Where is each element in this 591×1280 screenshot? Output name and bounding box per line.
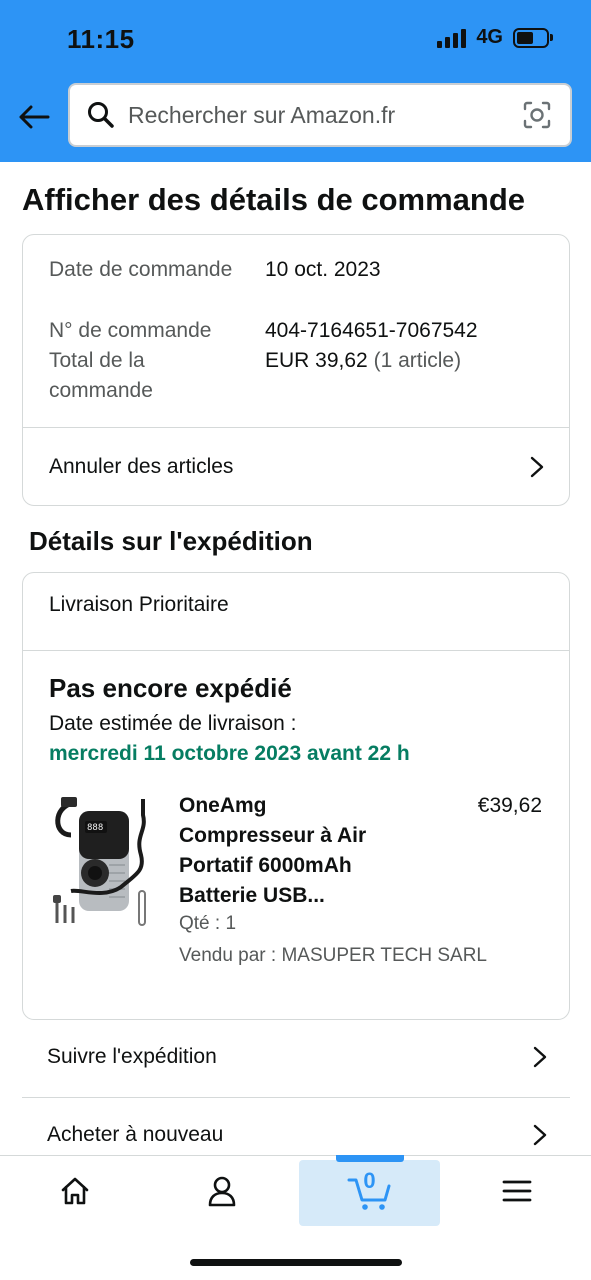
product-image[interactable]: 888 [51,795,155,935]
order-summary-card: Date de commande 10 oct. 2023 N° de comm… [22,234,570,506]
track-shipment-link[interactable]: Suivre l'expédition [22,1018,570,1096]
track-shipment-label: Suivre l'expédition [47,1045,217,1068]
order-number-label: N° de commande [49,319,212,342]
product-title-link[interactable]: OneAmg Compresseur à Air Portatif 6000mA… [179,791,399,911]
camera-search-icon[interactable] [522,100,552,130]
shipping-section-title: Détails sur l'expédition [29,526,313,556]
app-header: 11:15 4G [0,0,591,162]
order-date-value: 10 oct. 2023 [265,258,381,281]
status-time: 11:15 [67,24,135,54]
account-icon [208,1176,236,1207]
order-total-label: Total de la commande [49,349,153,402]
estimated-delivery-date: mercredi 11 octobre 2023 avant 22 h [49,742,410,765]
nav-account-button[interactable] [151,1156,293,1226]
search-bar[interactable] [68,83,572,147]
page-title: Afficher des détails de commande [22,182,526,217]
product-price: €39,62 [477,794,542,817]
nav-cart-button[interactable]: 0 [299,1160,440,1226]
signal-icon [437,28,467,48]
order-date-label: Date de commande [49,258,233,281]
home-indicator [190,1259,402,1266]
cancel-items-label: Annuler des articles [49,455,234,478]
svg-text:888: 888 [87,823,103,833]
order-number-value: 404-7164651-7067542 [265,319,478,342]
cart-count-badge: 0 [363,1168,376,1193]
buy-again-label: Acheter à nouveau [47,1123,224,1146]
cart-active-indicator [336,1155,404,1162]
battery-icon [513,27,553,48]
product-quantity: Qté : 1 [179,913,237,934]
order-total-value: EUR 39,62 (1 article) [265,346,461,376]
estimated-delivery-label: Date estimée de livraison : [49,712,297,735]
search-input[interactable] [128,85,522,145]
chevron-right-icon [533,1124,547,1146]
shipping-method: Livraison Prioritaire [49,593,229,616]
back-button[interactable] [14,96,54,138]
chevron-right-icon [530,456,544,478]
chevron-right-icon [533,1046,547,1068]
shipment-card: Livraison Prioritaire Pas encore expédié… [22,572,570,1020]
order-total-amount: EUR 39,62 [265,349,368,372]
menu-icon [502,1180,532,1202]
back-arrow-icon [19,105,50,129]
divider [23,650,569,651]
order-total-items: (1 article) [373,349,462,372]
network-label: 4G [476,26,503,48]
home-icon [61,1177,89,1205]
status-icons: 4G [437,26,553,49]
search-icon [88,102,114,128]
cancel-items-link[interactable]: Annuler des articles [23,428,569,506]
product-seller: Vendu par : MASUPER TECH SARL [179,945,487,966]
nav-menu-button[interactable] [446,1156,588,1226]
nav-home-button[interactable] [4,1156,146,1226]
shipment-status: Pas encore expédié [49,673,292,703]
